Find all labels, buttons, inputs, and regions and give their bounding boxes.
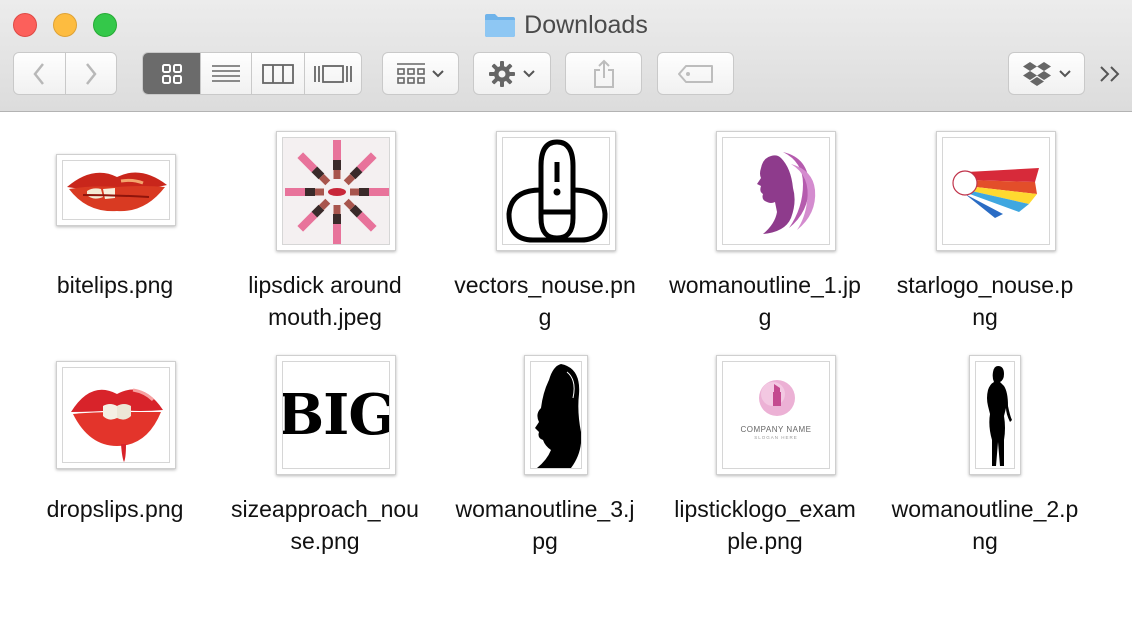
- toolbar: Downloads: [0, 0, 1132, 112]
- big-logo-text: BIG: [282, 382, 390, 448]
- file-thumbnail[interactable]: [716, 131, 836, 251]
- gear-icon: [489, 60, 515, 87]
- back-forward-control: [13, 52, 117, 95]
- list-view-button[interactable]: [200, 53, 252, 94]
- file-name[interactable]: bitelips.png: [5, 269, 225, 301]
- lipsticks-image: [285, 140, 389, 244]
- file-name[interactable]: womanoutline_3.j pg: [435, 493, 655, 557]
- more-icon: [1100, 66, 1120, 82]
- toolbar-overflow-button[interactable]: [1098, 62, 1124, 86]
- column-view-button[interactable]: [251, 53, 304, 94]
- back-arrow-icon: [33, 62, 45, 85]
- file-name[interactable]: vectors_nouse.pn g: [435, 269, 655, 333]
- file-name[interactable]: womanoutline_2.p ng: [875, 493, 1095, 557]
- file-name[interactable]: womanoutline_1.jp g: [655, 269, 875, 333]
- arrange-icon: [396, 62, 425, 84]
- action-button[interactable]: [473, 52, 551, 95]
- column-view-icon: [261, 63, 294, 84]
- file-name[interactable]: dropslips.png: [5, 493, 225, 525]
- dropbox-icon: [1022, 61, 1051, 86]
- star-logo-image: [952, 168, 1039, 218]
- lipstick-logo-image: [759, 380, 795, 416]
- file-name[interactable]: starlogo_nouse.p ng: [875, 269, 1095, 333]
- file-thumbnail[interactable]: COMPANY NAME SLOGAN HERE: [716, 355, 836, 475]
- tags-button[interactable]: [657, 52, 734, 95]
- forward-button[interactable]: [64, 53, 116, 94]
- share-icon: [593, 59, 614, 88]
- chevron-down-icon: [1058, 69, 1071, 77]
- share-button[interactable]: [565, 52, 642, 95]
- back-button[interactable]: [14, 53, 65, 94]
- dropbox-button[interactable]: [1008, 52, 1085, 95]
- lips-image: [71, 388, 163, 462]
- company-name-text: COMPANY NAME: [740, 425, 812, 434]
- cover-flow-icon: [313, 64, 352, 83]
- file-thumbnail[interactable]: [969, 355, 1021, 475]
- woman-silhouette-image: [757, 152, 816, 234]
- grid-view-icon: [161, 63, 182, 84]
- cover-flow-button[interactable]: [303, 53, 361, 94]
- file-thumbnail[interactable]: BIG: [276, 355, 396, 475]
- tag-icon: [677, 64, 713, 83]
- file-name[interactable]: lipsdick around mouth.jpeg: [215, 269, 435, 333]
- file-name[interactable]: sizeapproach_nou se.png: [215, 493, 435, 557]
- icon-view-button[interactable]: [143, 53, 201, 94]
- chevron-down-icon: [431, 69, 444, 77]
- woman-figure-image: [987, 366, 1012, 466]
- file-thumbnail[interactable]: [276, 131, 396, 251]
- lips-image: [67, 172, 167, 212]
- file-thumbnail[interactable]: [524, 355, 588, 475]
- list-view-icon: [212, 64, 241, 82]
- vector-shape-image: [506, 139, 608, 243]
- woman-profile-image: [535, 364, 581, 468]
- file-thumbnail[interactable]: [56, 154, 176, 226]
- view-mode-control: [142, 52, 362, 95]
- file-thumbnail[interactable]: [56, 361, 176, 469]
- file-name[interactable]: lipsticklogo_exam ple.png: [655, 493, 875, 557]
- window-title-area: Downloads: [0, 10, 1132, 40]
- finder-window: Downloads bitelips.png lipsdick around m…: [0, 0, 1132, 622]
- slogan-text: SLOGAN HERE: [754, 435, 798, 440]
- file-thumbnail[interactable]: [496, 131, 616, 251]
- file-thumbnail[interactable]: [936, 131, 1056, 251]
- window-title: Downloads: [524, 10, 648, 39]
- arrange-button[interactable]: [382, 52, 459, 95]
- chevron-down-icon: [523, 69, 535, 77]
- folder-icon: [485, 14, 516, 37]
- forward-arrow-icon: [86, 62, 97, 85]
